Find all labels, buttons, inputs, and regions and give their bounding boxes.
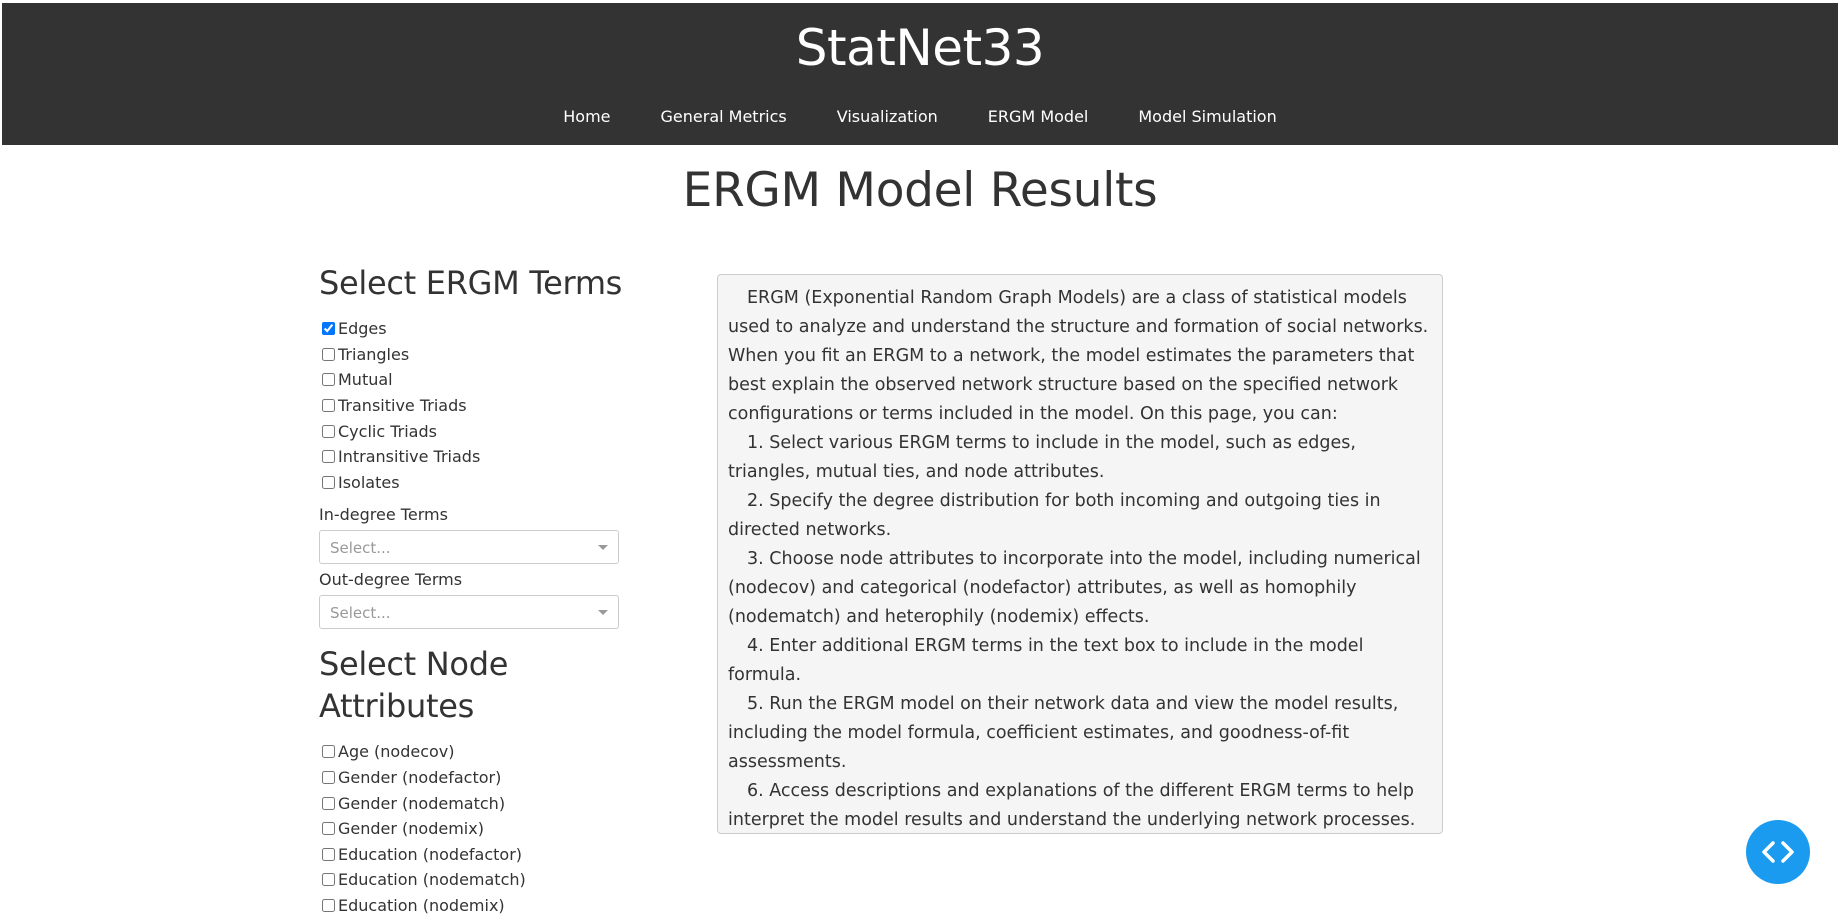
description-item-4: 4. Enter additional ERGM terms in the te… [728, 636, 1364, 685]
term-transitive-triads[interactable]: Transitive Triads [319, 393, 629, 419]
nav-home[interactable]: Home [563, 107, 610, 126]
attr-education-nodemix-checkbox[interactable] [322, 899, 335, 913]
indegree-select[interactable]: Select... [319, 530, 619, 565]
term-triangles[interactable]: Triangles [319, 342, 629, 368]
term-edges[interactable]: Edges [319, 316, 629, 342]
attr-education-nodefactor[interactable]: Education (nodefactor) [319, 842, 629, 868]
term-edges-label: Edges [338, 319, 387, 339]
code-icon [1762, 841, 1794, 863]
attr-education-nodemix[interactable]: Education (nodemix) [319, 893, 629, 918]
term-cyclic-triads-checkbox[interactable] [322, 424, 335, 438]
term-mutual-label: Mutual [338, 370, 393, 390]
term-isolates-checkbox[interactable] [322, 475, 335, 489]
attr-gender-nodematch-checkbox[interactable] [322, 796, 335, 810]
nav-general-metrics[interactable]: General Metrics [661, 107, 787, 126]
app-brand: StatNet33 [795, 19, 1045, 77]
description-item-1: 1. Select various ERGM terms to include … [728, 433, 1356, 482]
attr-education-nodemix-label: Education (nodemix) [338, 896, 505, 916]
attr-gender-nodefactor-label: Gender (nodefactor) [338, 768, 502, 788]
page-title: ERGM Model Results [682, 163, 1158, 218]
description-item-6: 6. Access descriptions and explanations … [728, 781, 1416, 830]
indegree-label: In-degree Terms [319, 505, 448, 525]
attributes-section-title: Select Node Attributes [319, 643, 629, 727]
term-triangles-checkbox[interactable] [322, 347, 335, 361]
description-item-3: 3. Choose node attributes to incorporate… [728, 549, 1421, 627]
attr-education-nodefactor-label: Education (nodefactor) [338, 844, 523, 864]
term-intransitive-triads[interactable]: Intransitive Triads [319, 444, 629, 470]
top-header: StatNet33 Home General Metrics Visualiza… [2, 3, 1838, 145]
description-item-2: 2. Specify the degree distribution for b… [728, 491, 1381, 540]
chevron-down-icon [598, 610, 608, 616]
term-mutual-checkbox[interactable] [322, 373, 335, 387]
term-intransitive-triads-label: Intransitive Triads [338, 447, 481, 467]
chevron-down-icon [598, 545, 608, 551]
term-isolates-label: Isolates [338, 472, 400, 492]
nav-model-simulation[interactable]: Model Simulation [1138, 107, 1276, 126]
description-intro: ERGM (Exponential Random Graph Models) a… [728, 288, 1429, 424]
nav-ergm-model[interactable]: ERGM Model [988, 107, 1089, 126]
attr-age-nodecov-checkbox[interactable] [322, 745, 335, 759]
description-item-5: 5. Run the ERGM model on their network d… [728, 694, 1399, 772]
attr-gender-nodefactor[interactable]: Gender (nodefactor) [319, 765, 629, 791]
ergm-description-panel: ERGM (Exponential Random Graph Models) a… [717, 274, 1443, 834]
attributes-title-line2: Attributes [319, 687, 474, 726]
attr-gender-nodemix[interactable]: Gender (nodemix) [319, 816, 629, 842]
code-toggle-button[interactable] [1746, 820, 1810, 884]
term-transitive-triads-label: Transitive Triads [338, 396, 467, 416]
attr-age-nodecov[interactable]: Age (nodecov) [319, 739, 629, 765]
outdegree-placeholder: Select... [330, 604, 391, 623]
attr-age-nodecov-label: Age (nodecov) [338, 742, 455, 762]
term-cyclic-triads-label: Cyclic Triads [338, 421, 437, 441]
attributes-title-line1: Select Node [319, 645, 509, 684]
sidebar: Select ERGM Terms Edges Triangles Mutual… [319, 262, 629, 918]
terms-checkbox-group: Edges Triangles Mutual Transitive Triads… [319, 316, 629, 495]
attr-education-nodematch[interactable]: Education (nodematch) [319, 867, 629, 893]
attr-gender-nodefactor-checkbox[interactable] [322, 771, 335, 785]
term-isolates[interactable]: Isolates [319, 470, 629, 496]
terms-section-title: Select ERGM Terms [319, 264, 623, 302]
term-edges-checkbox[interactable] [322, 322, 335, 336]
outdegree-label: Out-degree Terms [319, 570, 463, 590]
attr-education-nodefactor-checkbox[interactable] [322, 847, 335, 861]
term-transitive-triads-checkbox[interactable] [322, 399, 335, 413]
attributes-checkbox-group: Age (nodecov) Gender (nodefactor) Gender… [319, 739, 629, 918]
main-nav: Home General Metrics Visualization ERGM … [2, 107, 1838, 126]
attr-gender-nodemix-label: Gender (nodemix) [338, 819, 484, 839]
attr-education-nodematch-checkbox[interactable] [322, 873, 335, 887]
term-intransitive-triads-checkbox[interactable] [322, 450, 335, 464]
term-mutual[interactable]: Mutual [319, 367, 629, 393]
term-triangles-label: Triangles [338, 344, 410, 364]
attr-gender-nodematch[interactable]: Gender (nodematch) [319, 790, 629, 816]
attr-gender-nodematch-label: Gender (nodematch) [338, 793, 506, 813]
term-cyclic-triads[interactable]: Cyclic Triads [319, 418, 629, 444]
nav-visualization[interactable]: Visualization [837, 107, 938, 126]
outdegree-select[interactable]: Select... [319, 595, 619, 630]
attr-gender-nodemix-checkbox[interactable] [322, 822, 335, 836]
indegree-placeholder: Select... [330, 539, 391, 558]
attr-education-nodematch-label: Education (nodematch) [338, 870, 526, 890]
